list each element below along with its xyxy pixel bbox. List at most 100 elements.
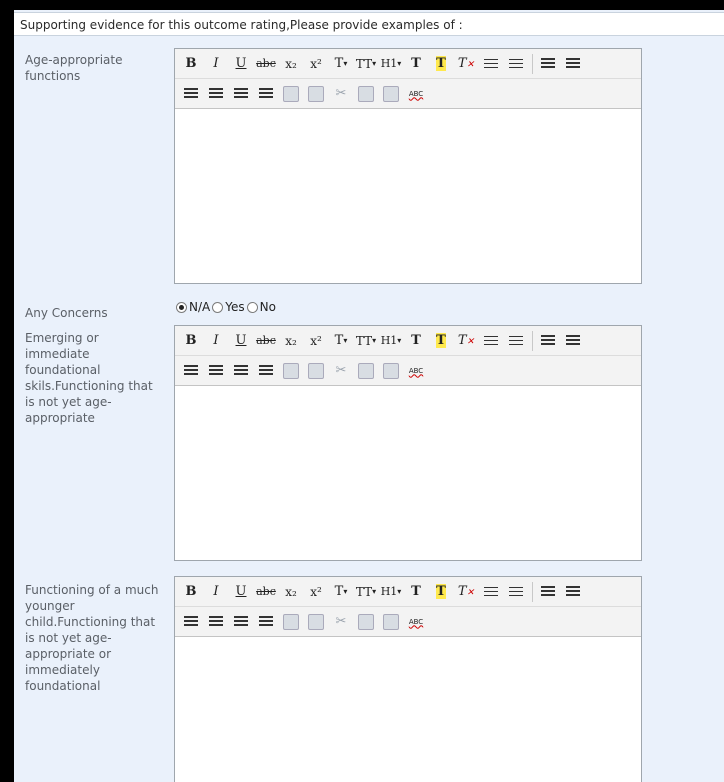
clear-format-button[interactable]: T✕ [454,53,478,75]
highlight-button[interactable]: T [429,53,453,75]
section-header: Supporting evidence for this outcome rat… [14,12,724,36]
bulleted-list-button[interactable] [479,53,503,75]
paste-button[interactable] [379,360,403,382]
align-center-button[interactable] [204,360,228,382]
toolbar-row-2: ✂ ABC [175,607,641,636]
indent-button[interactable] [536,330,560,352]
superscript-button[interactable]: x² [304,53,328,75]
undo-button[interactable] [279,611,303,633]
paste-button[interactable] [379,611,403,633]
italic-button[interactable]: I [204,53,228,75]
justify-icon [259,364,273,377]
paste-button[interactable] [379,83,403,105]
numbered-list-button[interactable] [504,330,528,352]
align-center-button[interactable] [204,83,228,105]
strikethrough-button[interactable]: abc [254,53,278,75]
heading-dropdown[interactable]: H1 ▾ [379,330,403,352]
radio-button-yes[interactable] [212,301,224,313]
copy-button[interactable] [354,611,378,633]
superscript-button[interactable]: x² [304,330,328,352]
justify-button[interactable] [254,83,278,105]
font-size-dropdown[interactable]: TT ▾ [354,330,378,352]
outdent-button[interactable] [561,53,585,75]
italic-button[interactable]: I [204,581,228,603]
superscript-button[interactable]: x² [304,581,328,603]
font-name-dropdown[interactable]: T ▾ [329,330,353,352]
highlight-button[interactable]: T [429,330,453,352]
spellcheck-button[interactable]: ABC [404,83,428,105]
bulleted-list-button[interactable] [479,330,503,352]
radio-button-na[interactable] [176,301,187,313]
subscript-button[interactable]: x₂ [279,581,303,603]
align-right-button[interactable] [229,611,253,633]
editor-text-area[interactable] [175,386,641,559]
chevron-down-icon: ▾ [343,587,348,596]
radio-button-no[interactable] [246,301,258,313]
strikethrough-button[interactable]: abc [254,330,278,352]
font-name-dropdown[interactable]: T ▾ [329,53,353,75]
text-color-icon: T [411,333,421,348]
radio-yes[interactable]: Yes [212,300,245,314]
heading-label: H1 [380,585,398,598]
redo-button[interactable] [304,83,328,105]
justify-button[interactable] [254,611,278,633]
underline-button[interactable]: U [229,330,253,352]
cut-button[interactable]: ✂ [329,611,353,633]
text-color-button[interactable]: T [404,53,428,75]
align-right-button[interactable] [229,360,253,382]
indent-button[interactable] [536,53,560,75]
heading-dropdown[interactable]: H1 ▾ [379,581,403,603]
bold-button[interactable]: B [179,53,203,75]
align-left-button[interactable] [179,360,203,382]
editor-text-area[interactable] [175,637,641,780]
indent-button[interactable] [536,581,560,603]
font-size-dropdown[interactable]: TT ▾ [354,581,378,603]
align-left-button[interactable] [179,611,203,633]
underline-button[interactable]: U [229,581,253,603]
cut-button[interactable]: ✂ [329,83,353,105]
text-color-button[interactable]: T [404,581,428,603]
paste-icon [383,362,399,379]
align-center-button[interactable] [204,611,228,633]
subscript-button[interactable]: x₂ [279,53,303,75]
font-size-dropdown[interactable]: TT ▾ [354,53,378,75]
copy-button[interactable] [354,83,378,105]
undo-icon [283,85,299,102]
outdent-button[interactable] [561,581,585,603]
font-name-dropdown[interactable]: T ▾ [329,581,353,603]
undo-button[interactable] [279,360,303,382]
text-color-button[interactable]: T [404,330,428,352]
heading-dropdown[interactable]: H1 ▾ [379,53,403,75]
justify-button[interactable] [254,360,278,382]
numbered-list-button[interactable] [504,581,528,603]
clear-format-button[interactable]: T✕ [454,581,478,603]
align-right-icon [234,615,248,628]
bold-button[interactable]: B [179,581,203,603]
undo-button[interactable] [279,83,303,105]
italic-button[interactable]: I [204,330,228,352]
align-right-button[interactable] [229,83,253,105]
highlight-button[interactable]: T [429,581,453,603]
radio-no[interactable]: No [246,300,276,314]
numbered-list-button[interactable] [504,53,528,75]
subscript-button[interactable]: x₂ [279,330,303,352]
bold-button[interactable]: B [179,330,203,352]
cut-button[interactable]: ✂ [329,360,353,382]
align-left-button[interactable] [179,83,203,105]
chevron-down-icon: ▾ [372,59,377,68]
spellcheck-button[interactable]: ABC [404,360,428,382]
bulleted-list-button[interactable] [479,581,503,603]
copy-button[interactable] [354,360,378,382]
spellcheck-button[interactable]: ABC [404,611,428,633]
clear-format-button[interactable]: T✕ [454,330,478,352]
strikethrough-button[interactable]: abc [254,581,278,603]
redo-button[interactable] [304,360,328,382]
radio-na-label: N/A [189,300,211,314]
outdent-button[interactable] [561,330,585,352]
redo-button[interactable] [304,611,328,633]
align-right-icon [234,364,248,377]
editor-text-area[interactable] [175,109,641,282]
radio-na[interactable]: N/A [176,300,210,314]
underline-button[interactable]: U [229,53,253,75]
indent-icon [541,585,555,598]
